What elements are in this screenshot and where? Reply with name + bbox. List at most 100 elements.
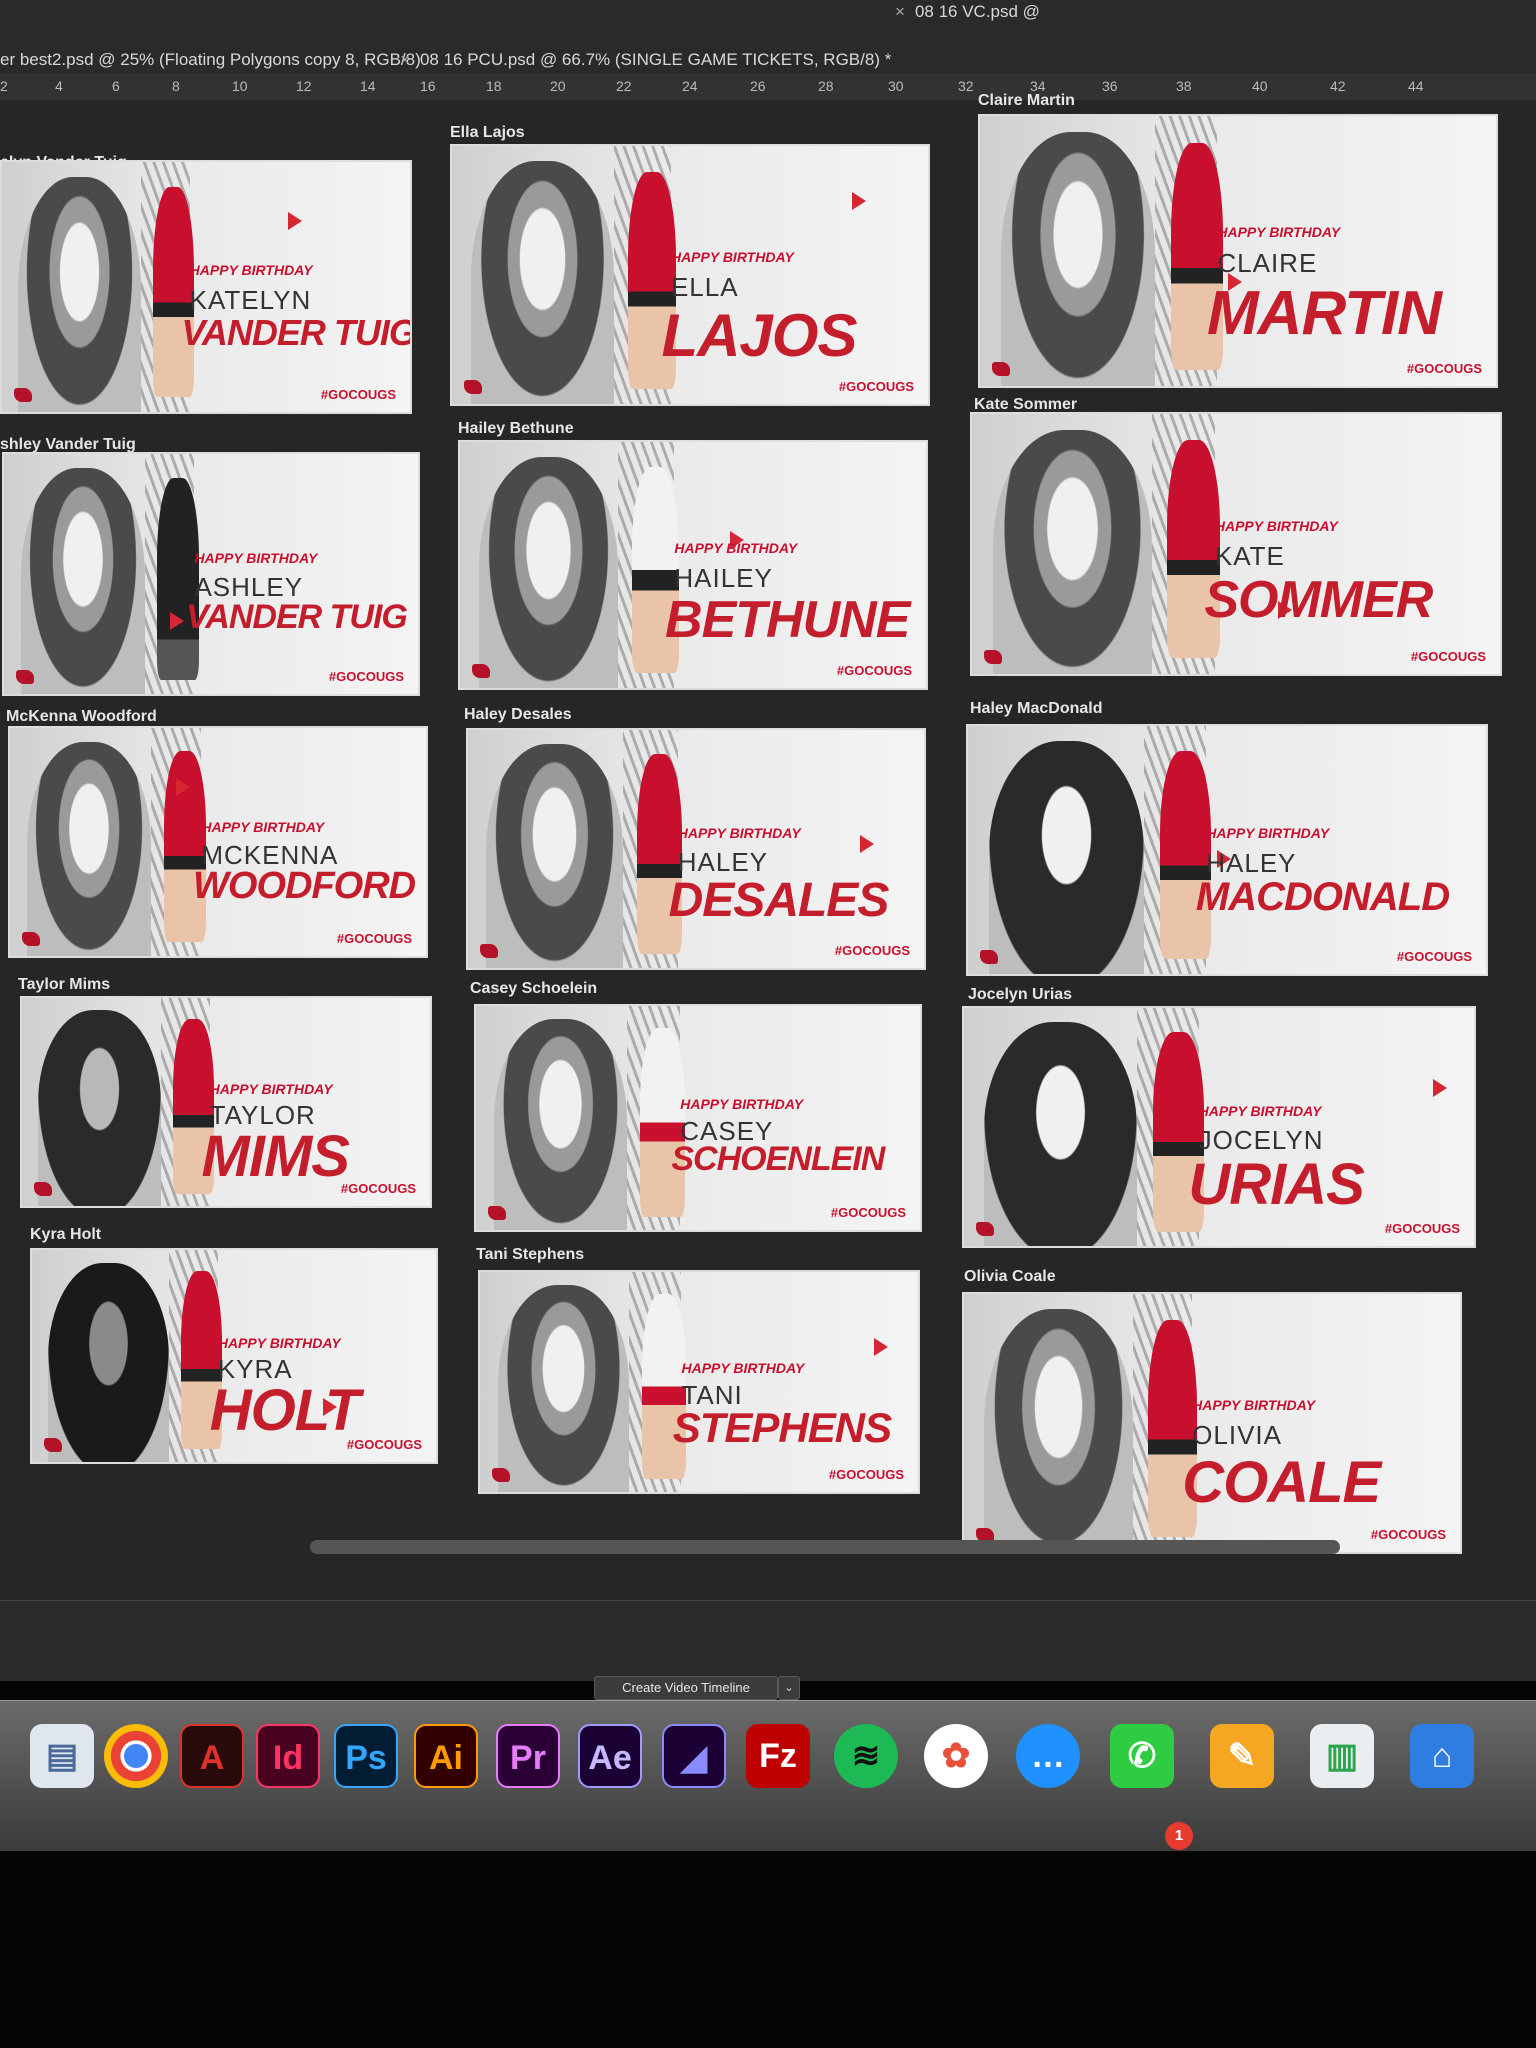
headshot-image (984, 1022, 1138, 1246)
illustrator-icon[interactable]: Ai (414, 1724, 478, 1788)
birthday-graphic-card[interactable]: HAPPY BIRTHDAY ELLA LAJOS #GOCOUGS (450, 144, 930, 406)
happy-birthday-label: HAPPY BIRTHDAY (201, 819, 325, 836)
indesign-icon[interactable]: Id (256, 1724, 320, 1788)
happy-birthday-label: HAPPY BIRTHDAY (1217, 224, 1341, 240)
photoshop-icon[interactable]: Ps (334, 1724, 398, 1788)
artboard-title[interactable]: Taylor Mims (18, 976, 110, 994)
happy-birthday-label: HAPPY BIRTHDAY (1198, 1103, 1322, 1120)
artboard-title[interactable]: Kyra Holt (30, 1226, 101, 1244)
hashtag: #GOCOUGS (320, 387, 396, 402)
tab-label: er best2.psd @ 25% (Floating Polygons co… (0, 50, 421, 69)
create-video-timeline-button[interactable]: Create Video Timeline (594, 1676, 778, 1700)
artboard-title[interactable]: Haley MacDonald (970, 700, 1102, 718)
birthday-graphic-card[interactable]: HAPPY BIRTHDAY MCKENNA WOODFORD #GOCOUGS (8, 726, 428, 958)
hashtag: #GOCOUGS (1406, 361, 1482, 376)
close-icon[interactable]: × (400, 50, 410, 69)
tab-label: 08 16 PCU.psd @ 66.7% (SINGLE GAME TICKE… (419, 50, 892, 69)
pages-icon[interactable]: ✎ (1210, 1724, 1274, 1788)
wsu-logo-icon (492, 1468, 510, 1482)
birthday-graphic-card[interactable]: HAPPY BIRTHDAY HAILEY BETHUNE #GOCOUGS (458, 440, 928, 690)
wsu-logo-icon (44, 1438, 62, 1452)
birthday-graphic-card[interactable]: HAPPY BIRTHDAY CLAIRE MARTIN #GOCOUGS (978, 114, 1498, 388)
headshot-image (493, 1019, 627, 1230)
keynote-icon[interactable]: ⌂ (1410, 1724, 1474, 1788)
ruler-label: 12 (296, 78, 312, 94)
artboard-title[interactable]: Jocelyn Urias (968, 986, 1072, 1004)
wsu-logo-icon (992, 362, 1010, 376)
birthday-graphic-card[interactable]: HAPPY BIRTHDAY TAYLOR MIMS #GOCOUGS (20, 996, 432, 1208)
media-encoder-icon[interactable]: ◢ (662, 1724, 726, 1788)
birthday-graphic-card[interactable]: HAPPY BIRTHDAY HALEY DESALES #GOCOUGS (466, 728, 926, 970)
ruler-label: 40 (1252, 78, 1268, 94)
filezilla-icon[interactable]: Fz (746, 1724, 810, 1788)
happy-birthday-label: HAPPY BIRTHDAY (217, 1334, 341, 1351)
hashtag: #GOCOUGS (836, 663, 912, 678)
headshot-image (20, 468, 145, 694)
photos-icon[interactable]: ✿ (924, 1724, 988, 1788)
tab-pcu[interactable]: × 08 16 PCU.psd @ 66.7% (SINGLE GAME TICK… (400, 50, 891, 70)
horizontal-scrollbar[interactable] (310, 1540, 1340, 1554)
artboard-title[interactable]: Haley Desales (464, 706, 572, 724)
after-effects-icon[interactable]: Ae (578, 1724, 642, 1788)
chevron-down-icon[interactable]: ⌄ (778, 1676, 800, 1700)
wsu-logo-icon (472, 664, 490, 678)
headshot-image (48, 1262, 170, 1462)
artboard-title[interactable]: Claire Martin (978, 92, 1075, 110)
artboard-title[interactable]: McKenna Woodford (6, 708, 157, 726)
birthday-graphic-card[interactable]: HAPPY BIRTHDAY JOCELYN URIAS #GOCOUGS (962, 1006, 1476, 1248)
premiere-icon[interactable]: Pr (496, 1724, 560, 1788)
facetime-icon[interactable]: ✆ (1110, 1724, 1174, 1788)
happy-birthday-label: HAPPY BIRTHDAY (1192, 1397, 1316, 1414)
birthday-graphic-card[interactable]: HAPPY BIRTHDAY CASEY SCHOENLEIN #GOCOUGS (474, 1004, 922, 1232)
birthday-graphic-card[interactable]: HAPPY BIRTHDAY KATE SOMMER #GOCOUGS (970, 412, 1502, 676)
last-name: LAJOS (661, 301, 857, 369)
artboard-title[interactable]: Ella Lajos (450, 124, 525, 142)
headshot-image (38, 1010, 161, 1206)
wsu-logo-icon (984, 650, 1002, 664)
polygon-decoration (287, 212, 302, 230)
tab-best2[interactable]: er best2.psd @ 25% (Floating Polygons co… (0, 50, 421, 70)
last-name: SOMMER (1204, 571, 1433, 629)
headshot-image (486, 744, 624, 968)
ruler-label: 44 (1408, 78, 1424, 94)
happy-birthday-label: HAPPY BIRTHDAY (680, 1095, 804, 1112)
close-icon[interactable]: × (895, 2, 905, 21)
ruler-label: 8 (172, 78, 180, 94)
spotify-icon[interactable]: ≋ (834, 1724, 898, 1788)
notification-badge: 1 (1165, 1822, 1193, 1850)
artboard-title[interactable]: Hailey Bethune (458, 420, 574, 438)
last-name: MARTIN (1207, 279, 1442, 348)
first-name: KATE (1214, 541, 1285, 572)
birthday-graphic-card[interactable]: HAPPY BIRTHDAY ASHLEY VANDER TUIG #GOCOU… (2, 452, 420, 696)
birthday-graphic-card[interactable]: HAPPY BIRTHDAY TANI STEPHENS #GOCOUGS (478, 1270, 920, 1494)
birthday-graphic-card[interactable]: HAPPY BIRTHDAY KYRA HOLT #GOCOUGS (30, 1248, 438, 1464)
tab-vc[interactable]: × 08 16 VC.psd @ (895, 2, 1040, 22)
artboard-title[interactable]: Casey Schoelein (470, 980, 597, 998)
artboard-title[interactable]: Tani Stephens (476, 1246, 584, 1264)
acrobat-icon[interactable]: A (180, 1724, 244, 1788)
photoshop-canvas[interactable]: elyn Vander Tuig HAPPY BIRTHDAY KATELYN … (0, 92, 1536, 1600)
preview-icon[interactable]: ▤ (30, 1724, 94, 1788)
birthday-graphic-card[interactable]: HAPPY BIRTHDAY HALEY MACDONALD #GOCOUGS (966, 724, 1488, 976)
ruler-label: 38 (1176, 78, 1192, 94)
ruler-label: 26 (750, 78, 766, 94)
hashtag: #GOCOUGS (1410, 649, 1486, 664)
polygon-decoration (851, 192, 866, 211)
numbers-icon[interactable]: ▥ (1310, 1724, 1374, 1788)
hashtag: #GOCOUGS (340, 1181, 416, 1196)
hashtag: #GOCOUGS (346, 1437, 422, 1452)
last-name: VANDER TUIG (181, 312, 412, 353)
ruler-label: 10 (232, 78, 248, 94)
wsu-logo-icon (488, 1206, 506, 1220)
artboard-title[interactable]: Olivia Coale (964, 1268, 1056, 1286)
wsu-logo-icon (22, 932, 40, 946)
happy-birthday-label: HAPPY BIRTHDAY (674, 540, 798, 557)
birthday-graphic-card[interactable]: HAPPY BIRTHDAY KATELYN VANDER TUIG #GOCO… (0, 160, 412, 414)
ruler-label: 16 (420, 78, 436, 94)
happy-birthday-label: HAPPY BIRTHDAY (194, 550, 318, 566)
ruler-label: 36 (1102, 78, 1118, 94)
birthday-graphic-card[interactable]: HAPPY BIRTHDAY OLIVIA COALE #GOCOUGS (962, 1292, 1462, 1554)
chrome-icon[interactable]: ◉ (104, 1724, 168, 1788)
messages-icon[interactable]: … (1016, 1724, 1080, 1788)
headshot-image (478, 456, 619, 688)
